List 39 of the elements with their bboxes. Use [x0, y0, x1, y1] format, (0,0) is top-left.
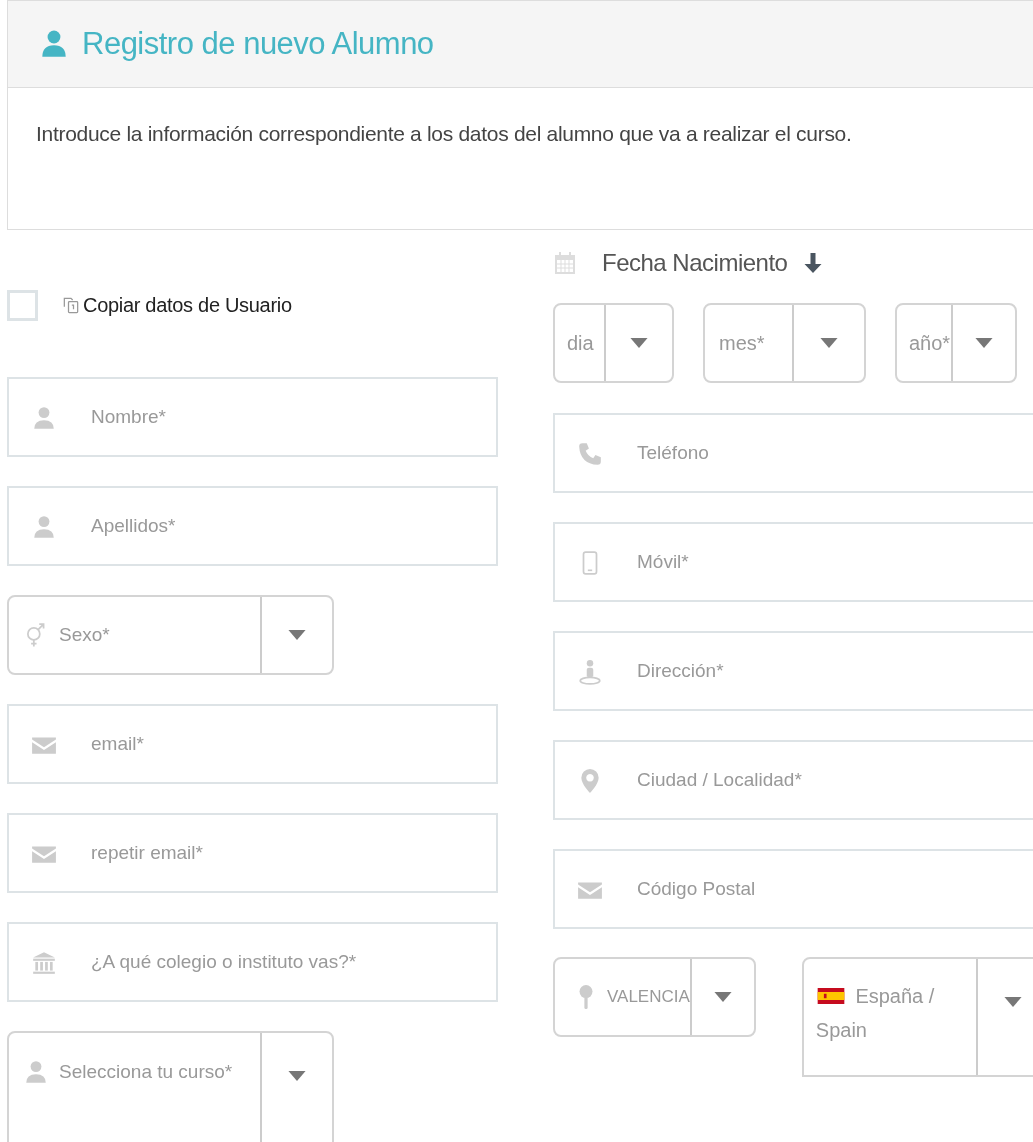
form-title: Registro de nuevo Alumno — [82, 26, 434, 62]
person-icon — [31, 405, 57, 431]
select-dropdown[interactable]: Sexo* — [7, 595, 334, 675]
bank-icon — [31, 950, 57, 976]
text-field[interactable]: repetir email* — [7, 813, 498, 893]
calendar-icon — [553, 251, 577, 275]
country-select[interactable]: España / Spain — [801, 957, 1033, 1077]
text-field[interactable]: Apellidos* — [7, 486, 498, 566]
caret-icon — [288, 630, 306, 640]
date-select[interactable]: año* — [895, 303, 1017, 383]
text-field[interactable]: email* — [7, 704, 498, 784]
caret-icon — [1003, 997, 1022, 1007]
select-dropdown[interactable]: Selecciona tu curso* — [7, 1031, 334, 1142]
caret-icon — [713, 992, 732, 1002]
person-icon — [31, 514, 57, 540]
caret-icon — [820, 338, 838, 348]
text-field[interactable]: Teléfono — [553, 413, 1033, 493]
text-field[interactable]: ¿A qué colegio o instituto vas?* — [7, 922, 498, 1002]
text-field[interactable]: Código Postal — [553, 849, 1033, 929]
copy-label[interactable]: Copiar datos de Usuario — [83, 293, 292, 317]
copy-icon — [61, 295, 81, 315]
text-field[interactable]: Nombre* — [7, 377, 498, 457]
region-select[interactable]: VALENCIA — [553, 957, 756, 1037]
user-icon — [40, 30, 68, 58]
copy-checkbox[interactable] — [7, 289, 38, 321]
text-field[interactable]: Dirección* — [553, 631, 1033, 711]
birth-date-label: Fecha Nacimiento — [602, 249, 788, 277]
person-icon — [23, 1059, 49, 1085]
text-field[interactable]: Móvil* — [553, 522, 1033, 602]
text-field[interactable]: Ciudad / Localidad* — [553, 740, 1033, 820]
phone-icon — [577, 441, 603, 467]
person-location-icon — [577, 659, 603, 685]
caret-icon — [288, 1071, 306, 1081]
spain-flag-icon — [815, 988, 846, 1004]
caret-icon — [630, 338, 648, 348]
intro-text: Introduce la información correspondiente a los datos del alumno que va a realizar el curso. — [36, 121, 853, 147]
date-select[interactable]: dia — [553, 303, 674, 383]
caret-icon — [975, 338, 993, 348]
date-select[interactable]: mes* — [703, 303, 866, 383]
